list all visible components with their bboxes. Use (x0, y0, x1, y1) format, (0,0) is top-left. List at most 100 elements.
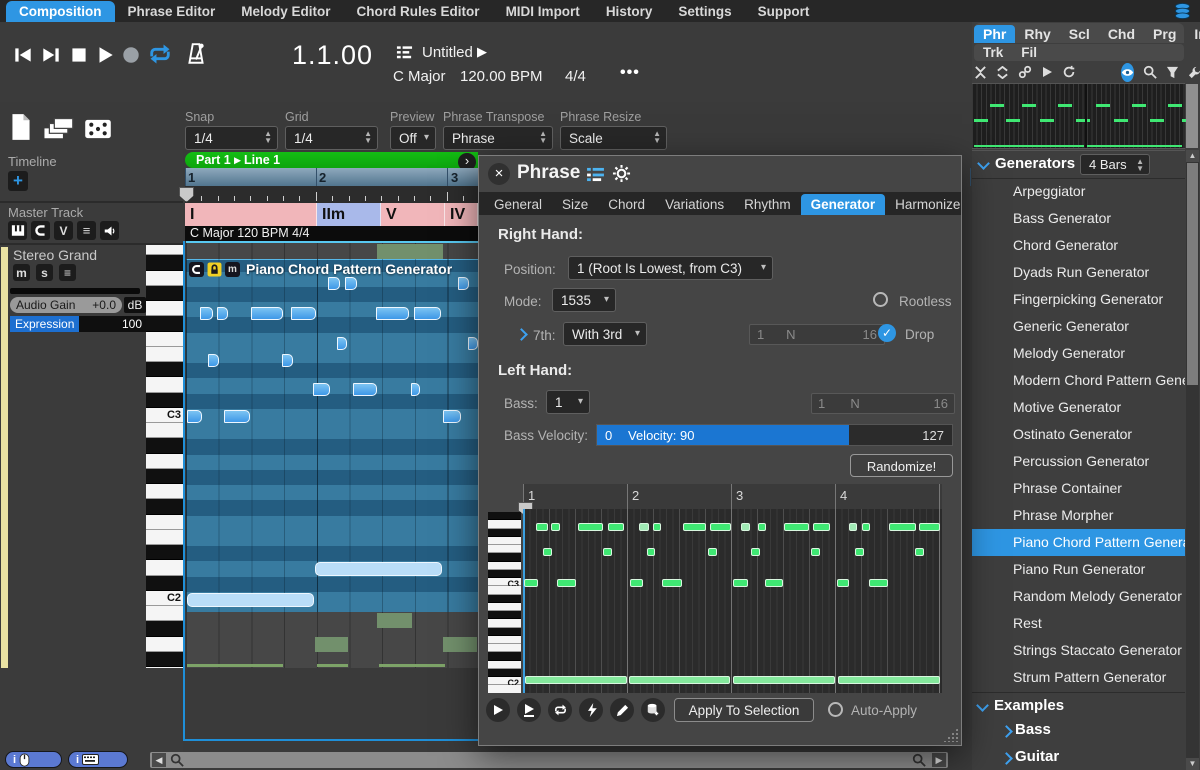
spinner-arrows-icon[interactable]: ▲▼ (653, 130, 661, 144)
mouse-help-button[interactable]: i (5, 751, 62, 768)
menu-tab-melody-editor[interactable]: Melody Editor (228, 1, 343, 22)
midi-note[interactable] (458, 277, 469, 290)
preview-note[interactable] (710, 523, 731, 531)
bass-velocity-slider[interactable]: 0 Velocity: 90 127 (596, 424, 953, 446)
zoom-icon[interactable] (170, 753, 184, 767)
expression-slider[interactable]: Expression 100 (10, 316, 146, 332)
preview-note[interactable] (855, 548, 864, 556)
piano-icon[interactable] (8, 221, 27, 240)
menu-tab-settings[interactable]: Settings (665, 1, 744, 22)
midi-note[interactable] (468, 337, 478, 350)
preview-note[interactable] (683, 523, 706, 531)
piano-key[interactable] (488, 570, 521, 578)
preview-note[interactable] (603, 548, 612, 556)
preview-note[interactable] (630, 579, 643, 587)
zoom-icon[interactable] (912, 753, 926, 767)
track-name[interactable]: Stereo Grand (13, 247, 97, 263)
piano-key[interactable] (146, 621, 183, 636)
play-phrase-icon[interactable] (1041, 66, 1053, 78)
scroll-left-button[interactable]: ◀ (152, 753, 166, 767)
piano-key[interactable] (146, 377, 183, 392)
loop-preview-button[interactable] (548, 698, 572, 722)
save-to-database-icon[interactable] (641, 698, 665, 722)
phrase-mini-preview[interactable] (972, 83, 1185, 149)
midi-note[interactable] (411, 383, 420, 396)
preview-bass-note[interactable] (838, 676, 940, 684)
menu-tab-midi-import[interactable]: MIDI Import (493, 1, 593, 22)
midi-note[interactable] (208, 354, 219, 367)
piano-key[interactable] (488, 562, 521, 570)
track-button-≡[interactable]: ≡ (59, 264, 76, 281)
spinner-arrows-icon[interactable]: ▲▼ (264, 130, 272, 144)
scroll-up-button[interactable]: ▲ (1186, 150, 1199, 162)
scrollbar-thumb[interactable] (1187, 163, 1198, 385)
preview-ruler[interactable]: 1234 (523, 484, 942, 510)
horizontal-scrollbar[interactable]: ◀ ▶ (150, 752, 948, 768)
lock-icon[interactable] (207, 262, 222, 277)
piano-key[interactable] (146, 499, 183, 514)
resize-grip[interactable] (943, 728, 958, 742)
sidebar-scrollbar[interactable]: ▲ ▼ (1186, 150, 1199, 770)
piano-key[interactable] (488, 644, 521, 652)
preview-note[interactable] (662, 579, 682, 587)
audio-gain-slider[interactable]: Audio Gain +0.0 (10, 297, 122, 313)
midi-note[interactable] (291, 307, 316, 320)
preview-bass-note[interactable] (629, 676, 730, 684)
speaker-icon[interactable] (100, 221, 119, 240)
piano-key[interactable] (488, 611, 521, 619)
piano-key[interactable] (146, 667, 183, 668)
midi-note[interactable] (328, 277, 340, 290)
scroll-down-button[interactable]: ▼ (1186, 758, 1199, 770)
piano-key[interactable] (488, 595, 521, 603)
piano-key[interactable] (146, 652, 183, 667)
midi-note[interactable] (187, 410, 202, 423)
list-item-generator[interactable]: Random Melody Generator (972, 583, 1185, 610)
preview-note[interactable] (869, 579, 888, 587)
preview-note[interactable] (862, 523, 870, 531)
preview-note[interactable] (551, 523, 560, 531)
midi-note[interactable] (376, 307, 409, 320)
sidebar-item-guitar[interactable]: Guitar (972, 746, 1185, 770)
new-phrase-icon[interactable] (10, 112, 32, 142)
preview-note[interactable] (758, 523, 766, 531)
list-item-generator[interactable]: Rest (972, 610, 1185, 637)
midi-note[interactable] (337, 337, 347, 350)
midi-note[interactable] (414, 307, 441, 320)
add-timeline-button[interactable]: + (8, 171, 28, 191)
piano-key[interactable] (488, 669, 521, 677)
preview-note[interactable] (543, 548, 552, 556)
list-item-generator[interactable]: Chord Generator (972, 232, 1185, 259)
piano-key[interactable] (146, 530, 183, 545)
randomize-button[interactable]: Randomize! (850, 454, 953, 477)
piano-key[interactable] (146, 637, 183, 652)
preview-bass-note[interactable] (733, 676, 835, 684)
sidebar-tab-scl[interactable]: Scl (1060, 25, 1099, 43)
loop-button[interactable] (147, 43, 173, 65)
more-options-button[interactable]: ••• (620, 64, 640, 82)
sidebar-tab-ins[interactable]: Ins (1185, 25, 1200, 43)
dialog-tab-rhythm[interactable]: Rhythm (734, 194, 801, 215)
collapse-all-icon[interactable] (974, 66, 987, 79)
link-icon[interactable] (1018, 65, 1032, 79)
list-item-generator[interactable]: Fingerpicking Generator (972, 286, 1185, 313)
close-icon[interactable]: × (488, 163, 510, 185)
piano-key[interactable] (146, 438, 183, 453)
phrase-resize-dropdown[interactable]: Scale▲▼ (560, 126, 667, 150)
preview-note[interactable] (708, 548, 717, 556)
song-meter[interactable]: 4/4 (565, 68, 586, 85)
midi-note[interactable] (313, 383, 330, 396)
preview-note[interactable] (915, 548, 924, 556)
dialog-tab-chord[interactable]: Chord (598, 194, 655, 215)
keyboard-help-button[interactable]: i (68, 751, 128, 768)
piano-key[interactable] (146, 484, 183, 499)
preview-note[interactable] (813, 523, 830, 531)
piano-key[interactable] (488, 553, 521, 561)
search-icon[interactable] (1143, 65, 1157, 79)
skip-to-start-button[interactable] (12, 44, 34, 66)
preview-note[interactable] (765, 579, 783, 587)
piano-key[interactable] (488, 652, 521, 660)
dialog-tab-generator[interactable]: Generator (801, 194, 886, 215)
piano-key[interactable] (488, 661, 521, 669)
velocity-icon[interactable]: V (54, 221, 73, 240)
preview-note[interactable] (639, 523, 649, 531)
